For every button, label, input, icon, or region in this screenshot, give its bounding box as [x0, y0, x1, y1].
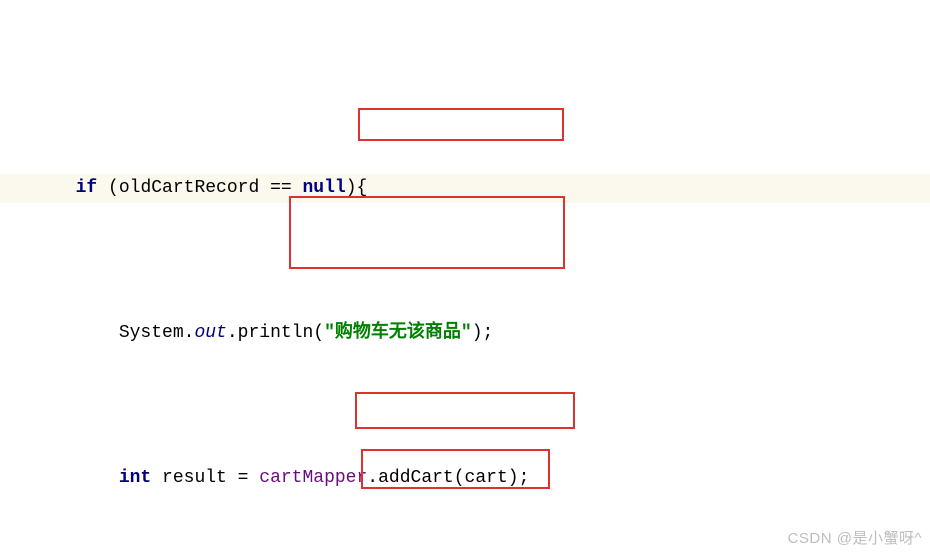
- keyword-int: int: [119, 468, 151, 488]
- ident-System: System: [119, 323, 184, 343]
- field-out: out: [194, 323, 226, 343]
- keyword-if: if: [76, 178, 98, 198]
- code-line: System.out.println("购物车无该商品");: [0, 319, 930, 348]
- annotation-box: [289, 196, 565, 269]
- string-literal: "购物车无该商品": [324, 323, 472, 343]
- method-println: println: [238, 323, 314, 343]
- annotation-box: [361, 449, 550, 489]
- watermark: CSDN @是小蟹呀^: [788, 524, 922, 553]
- annotation-box: [358, 108, 564, 141]
- ident-cartMapper: cartMapper: [259, 468, 367, 488]
- code-editor: if (oldCartRecord == null){ System.out.p…: [0, 0, 930, 559]
- keyword-null: null: [303, 178, 346, 198]
- ident-oldCartRecord: oldCartRecord: [119, 178, 259, 198]
- annotation-box: [355, 392, 575, 429]
- ident-result: result: [162, 468, 227, 488]
